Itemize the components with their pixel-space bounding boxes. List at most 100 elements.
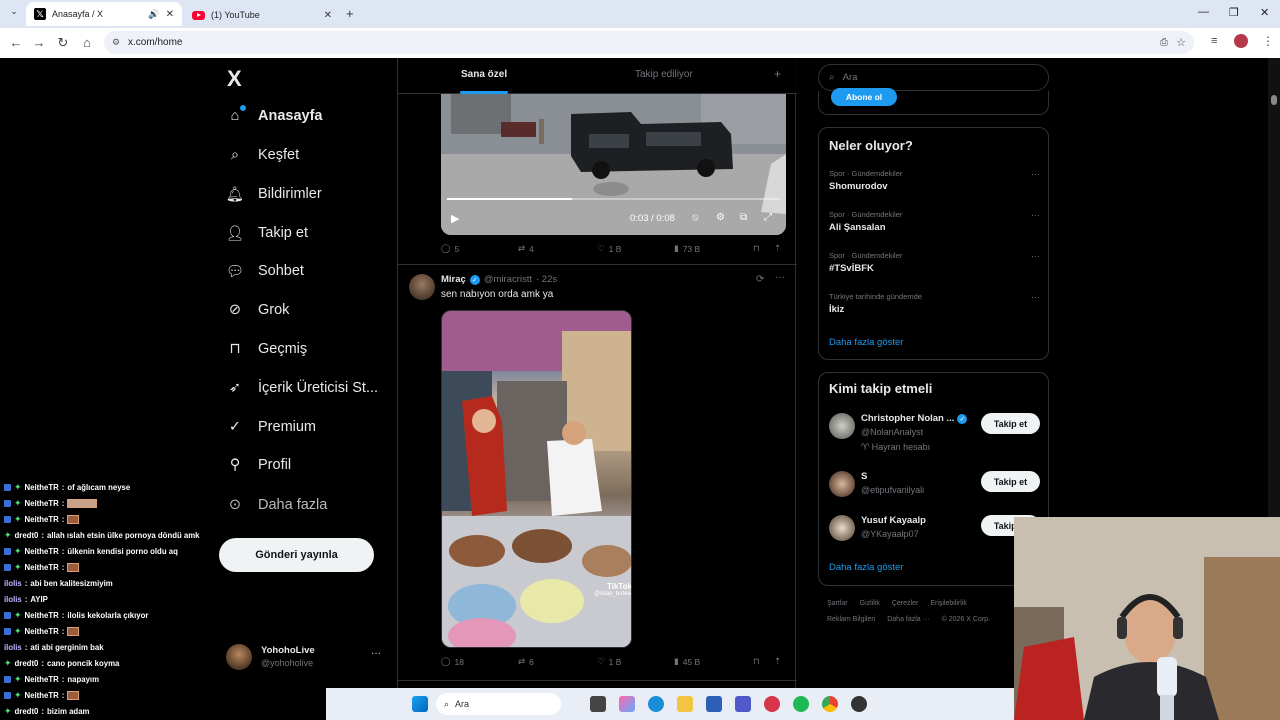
address-bar[interactable]: ⚙ x.com/home ⎙ ☆	[104, 31, 1194, 54]
post-time[interactable]: · 22s	[536, 274, 557, 285]
pip-icon[interactable]: ⧉	[740, 212, 747, 223]
video-progress-track[interactable]	[447, 198, 780, 200]
nav-item-5[interactable]: ⊘ Grok	[226, 295, 290, 325]
trend-item[interactable]: Türkiye tarihinde gündemde İkiz ···	[829, 292, 1040, 315]
taskbar-search[interactable]: ⌕ Ara	[436, 693, 561, 715]
footer-link[interactable]: Gizlilik	[860, 600, 880, 607]
opera-icon[interactable]	[764, 696, 780, 712]
tab-for-you[interactable]: Sana özel	[461, 69, 507, 80]
trends-more-link[interactable]: Daha fazla göster	[829, 337, 903, 348]
minimize-button[interactable]: —	[1198, 6, 1209, 18]
site-info-icon[interactable]: ⚙	[112, 37, 120, 48]
reload-icon[interactable]: ↻	[55, 35, 71, 51]
nav-item-2[interactable]: 🔔︎ Bildirimler	[226, 179, 322, 209]
fullscreen-icon[interactable]: ⤢	[764, 212, 772, 223]
media-control-icon[interactable]: ≡	[1211, 35, 1217, 47]
chrome-icon[interactable]	[822, 696, 838, 712]
reply-button[interactable]: ◯ 18	[441, 656, 464, 667]
start-icon[interactable]	[412, 696, 428, 712]
outlook-icon[interactable]	[706, 696, 722, 712]
trend-item[interactable]: Spor · Gündemdekiler #TSvİBFK ···	[829, 251, 1040, 274]
share-button[interactable]: ⇡	[774, 243, 781, 254]
trend-more-icon[interactable]: ···	[1031, 210, 1040, 220]
tab-close-icon[interactable]: ✕	[166, 9, 174, 20]
sparkle-icon: ✦	[14, 690, 22, 700]
task-view-icon[interactable]	[590, 696, 606, 712]
post-video[interactable]: TikTok @islap_butea	[441, 310, 632, 648]
profile-avatar[interactable]	[1234, 34, 1248, 48]
footer-link[interactable]: Çerezler	[892, 600, 918, 607]
profile-more-icon[interactable]: ···	[371, 648, 381, 659]
home-browser-icon[interactable]: ⌂	[79, 35, 95, 50]
add-tab-icon[interactable]: +	[774, 67, 781, 81]
tab-search-icon[interactable]: ⌄	[6, 6, 22, 22]
follow-more-link[interactable]: Daha fazla göster	[829, 562, 903, 573]
repost-button[interactable]: ⇄ 4	[518, 243, 534, 254]
bookmark-button[interactable]: ⊓	[753, 243, 760, 254]
views-button[interactable]: ▮ 73 B	[674, 243, 700, 254]
nav-item-1[interactable]: ⌕ Keşfet	[226, 140, 299, 170]
trend-item[interactable]: Spor · Gündemdekiler Ali Şansalan ···	[829, 210, 1040, 233]
search-icon: ⌕	[230, 147, 240, 163]
tab-following[interactable]: Takip ediliyor	[635, 69, 693, 80]
settings-icon[interactable]: ⚙	[716, 212, 725, 223]
menu-icon[interactable]: ⋮	[1262, 34, 1274, 48]
play-icon[interactable]: ▶	[451, 212, 459, 225]
trend-more-icon[interactable]: ···	[1031, 292, 1040, 302]
nav-item-6[interactable]: ⊓ Geçmiş	[226, 334, 307, 364]
follow-suggestion[interactable]: Christopher Nolan ... ✓ @NolanAnalyst ♈︎ …	[829, 411, 1040, 452]
footer-link[interactable]: Daha fazla ···	[887, 616, 929, 623]
footer-link[interactable]: Erişilebilirlik	[930, 600, 967, 607]
nav-item-4[interactable]: 💬︎ Sohbet	[226, 256, 304, 286]
follow-button[interactable]: Takip et	[981, 413, 1040, 434]
video-player[interactable]: ▶ 0:03 / 0:08 ⦸ ⚙ ⧉ ⤢	[441, 94, 786, 235]
footer-link[interactable]: Şartlar	[827, 600, 848, 607]
nav-item-0[interactable]: ⌂ Anasayfa	[226, 101, 322, 131]
reply-button[interactable]: ◯ 5	[441, 243, 459, 254]
follow-suggestion[interactable]: Yusuf Kayaalp @YKayaalp07 Takip et	[829, 513, 1040, 547]
repost-button[interactable]: ⇄ 6	[518, 656, 534, 667]
search-input[interactable]: ⌕ Ara	[818, 64, 1049, 91]
new-tab-button[interactable]: +	[346, 6, 354, 21]
follow-handle: @YKayaalp07	[861, 529, 919, 539]
footer-link[interactable]: Reklam Bilgileri	[827, 616, 875, 623]
scrollbar-thumb[interactable]	[1271, 95, 1277, 105]
bookmark-button[interactable]: ⊓	[753, 656, 760, 667]
nav-item-3[interactable]: 👤︎ Takip et	[226, 218, 308, 248]
share-button[interactable]: ⇡	[774, 656, 781, 667]
grok-icon[interactable]: ⟳	[756, 274, 764, 285]
avatar[interactable]	[409, 274, 435, 300]
spotify-icon[interactable]	[793, 696, 809, 712]
x-logo[interactable]: X	[227, 66, 242, 92]
install-icon[interactable]: ⎙	[1160, 37, 1168, 48]
copilot-icon[interactable]	[619, 696, 635, 712]
tab-close-icon[interactable]: ✕	[324, 10, 332, 21]
teams-icon[interactable]	[735, 696, 751, 712]
bookmark-star-icon[interactable]: ☆	[1176, 36, 1186, 49]
tab-x-home[interactable]: 𝕏 Anasayfa / X 🔊 ✕	[26, 2, 182, 26]
post-handle[interactable]: @miracristt	[484, 274, 532, 285]
restore-button[interactable]: ❐	[1229, 6, 1239, 19]
back-icon[interactable]: ←	[8, 35, 24, 50]
subscribe-button[interactable]: Abone ol	[831, 88, 897, 106]
views-button[interactable]: ▮ 45 B	[674, 656, 700, 667]
post-author[interactable]: Miraç	[441, 274, 466, 285]
nav-item-7[interactable]: ➶ İçerik Üreticisi St...	[226, 373, 378, 403]
trend-more-icon[interactable]: ···	[1031, 169, 1040, 179]
follow-suggestion[interactable]: S @etipufvanilyali Takip et	[829, 469, 1040, 503]
close-window-button[interactable]: ✕	[1260, 6, 1269, 19]
explorer-icon[interactable]	[677, 696, 693, 712]
like-button[interactable]: ♡ 1 B	[597, 243, 621, 254]
tab-youtube[interactable]: (1) YouTube ✕	[184, 4, 340, 26]
follow-button[interactable]: Takip et	[981, 471, 1040, 492]
nav-item-8[interactable]: ✓ Premium	[226, 412, 316, 442]
forward-icon[interactable]: →	[31, 35, 47, 50]
edge-icon[interactable]	[648, 696, 664, 712]
obs-icon[interactable]	[851, 696, 867, 712]
trend-item[interactable]: Spor · Gündemdekiler Shomurodov ···	[829, 169, 1040, 192]
like-button[interactable]: ♡ 1 B	[597, 656, 621, 667]
mute-icon[interactable]: ⦸	[692, 212, 699, 223]
speaker-icon[interactable]: 🔊	[148, 9, 159, 20]
post-more-icon[interactable]: ···	[775, 272, 785, 283]
trend-more-icon[interactable]: ···	[1031, 251, 1040, 261]
